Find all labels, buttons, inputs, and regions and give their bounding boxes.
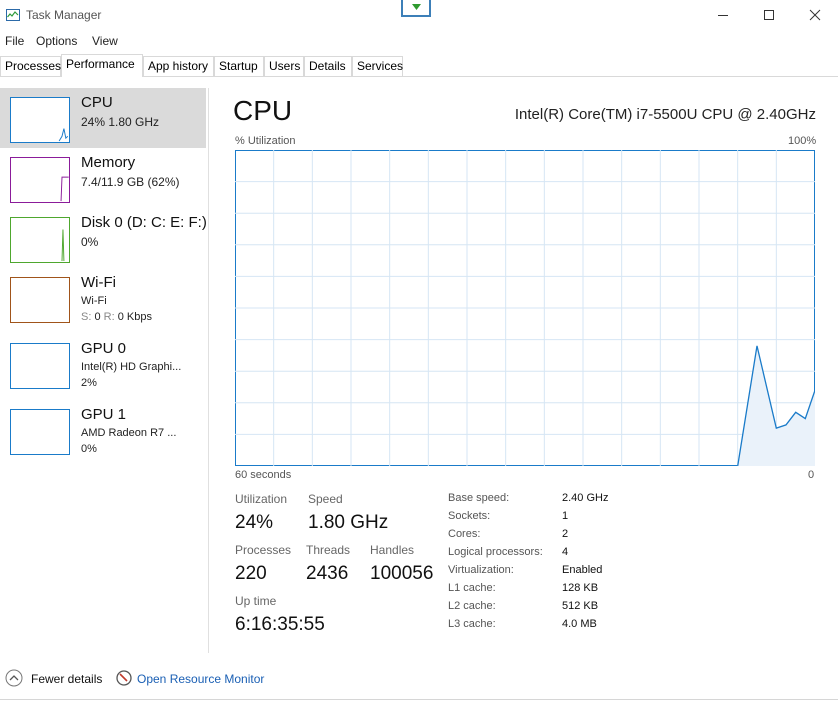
cpu-thumbnail-graph — [10, 97, 70, 143]
threads-label: Threads — [306, 543, 351, 557]
menu-bar: File Options View — [0, 31, 838, 51]
tab-processes[interactable]: Processes — [0, 56, 61, 76]
disk-thumbnail-graph — [10, 217, 70, 263]
menu-file[interactable]: File — [5, 34, 24, 48]
footer-divider — [0, 699, 838, 700]
sidebar-item-detail: 7.4/11.9 GB (62%) — [81, 175, 180, 189]
drop-indicator[interactable] — [401, 0, 431, 17]
handles-value: 100056 — [370, 563, 434, 584]
title-bar: Task Manager — [0, 0, 838, 31]
spec-value: 2 — [562, 528, 569, 540]
sidebar-item-usage: 2% — [81, 377, 97, 389]
x-axis-label: 60 seconds — [235, 469, 292, 481]
spec-label: Virtualization: — [448, 564, 514, 576]
handles-label: Handles — [370, 543, 415, 557]
processes-label: Processes — [235, 543, 292, 557]
sidebar-item-detail: 24% 1.80 GHz — [81, 115, 160, 129]
sidebar-item-throughput: S: 0 R: 0 Kbps — [81, 311, 152, 323]
caret-down-icon — [412, 4, 421, 10]
spec-value: 1 — [562, 510, 569, 522]
spec-label: Sockets: — [448, 510, 491, 522]
resource-monitor-icon — [116, 670, 132, 686]
sidebar-item-name: GPU 0 — [81, 340, 127, 357]
maximize-button[interactable] — [746, 0, 792, 30]
processes-value: 220 — [235, 563, 267, 584]
resource-sidebar: CPU 24% 1.80 GHz Memory 7.4/11.9 GB (62%… — [0, 88, 209, 653]
spec-value: 2.40 GHz — [562, 492, 609, 504]
chevron-up-icon — [5, 669, 23, 687]
spec-label: Base speed: — [448, 492, 510, 504]
close-icon — [809, 9, 821, 21]
spec-value: 4.0 MB — [562, 618, 597, 630]
spec-value: Enabled — [562, 564, 603, 576]
sidebar-item-detail: 0% — [81, 235, 99, 249]
sidebar-item-name: Wi-Fi — [81, 274, 116, 291]
sidebar-item-name: Disk 0 (D: C: E: F:) — [81, 214, 207, 231]
y-axis-max-label: 100% — [788, 135, 817, 147]
sidebar-item-name: Memory — [81, 154, 136, 171]
spec-value: 4 — [562, 546, 569, 558]
gpu1-thumbnail-graph — [10, 409, 70, 455]
speed-label: Speed — [308, 492, 343, 506]
menu-options[interactable]: Options — [36, 34, 77, 48]
tab-app-history[interactable]: App history — [143, 56, 214, 76]
tab-bar: Processes Performance App history Startu… — [0, 54, 838, 77]
spec-value: 128 KB — [562, 582, 599, 594]
spec-label: L1 cache: — [448, 582, 496, 594]
x-axis-zero-label: 0 — [808, 469, 815, 481]
sidebar-item-detail: Wi-Fi — [81, 295, 107, 307]
spec-label: Cores: — [448, 528, 481, 540]
send-label: S: — [81, 311, 92, 323]
minimize-icon — [718, 15, 728, 16]
gpu0-thumbnail-graph — [10, 343, 70, 389]
sidebar-item-disk[interactable]: Disk 0 (D: C: E: F:) 0% — [0, 208, 207, 268]
maximize-icon — [764, 10, 774, 20]
spec-value: 512 KB — [562, 600, 599, 612]
sidebar-item-name: GPU 1 — [81, 406, 127, 423]
window-title: Task Manager — [26, 8, 102, 22]
tab-startup[interactable]: Startup — [214, 56, 264, 76]
uptime-value: 6:16:35:55 — [235, 614, 325, 635]
utilization-label: Utilization — [235, 492, 288, 506]
sidebar-item-detail: Intel(R) HD Graphi... — [81, 361, 182, 373]
spec-label: L3 cache: — [448, 618, 496, 630]
spec-label: Logical processors: — [448, 546, 543, 558]
sidebar-item-cpu[interactable]: CPU 24% 1.80 GHz — [0, 88, 206, 148]
close-button[interactable] — [792, 0, 838, 30]
tab-performance[interactable]: Performance — [61, 54, 143, 77]
speed-value: 1.80 GHz — [308, 512, 389, 533]
cpu-utilization-graph — [235, 150, 815, 466]
sidebar-item-wifi[interactable]: Wi-Fi Wi-Fi S: 0 R: 0 Kbps — [0, 268, 206, 328]
sidebar-item-detail: AMD Radeon R7 ... — [81, 427, 177, 439]
wifi-thumbnail-graph — [10, 277, 70, 323]
cpu-model-name: Intel(R) Core(TM) i7-5500U CPU @ 2.40GHz — [514, 106, 816, 123]
tab-services[interactable]: Services — [352, 56, 403, 76]
minimize-button[interactable] — [700, 0, 746, 30]
open-resource-monitor-label: Open Resource Monitor — [137, 672, 265, 686]
threads-value: 2436 — [306, 563, 349, 584]
sidebar-item-gpu1[interactable]: GPU 1 AMD Radeon R7 ... 0% — [0, 400, 206, 460]
fewer-details-label: Fewer details — [31, 672, 103, 686]
task-manager-icon — [6, 9, 20, 21]
receive-value: 0 Kbps — [117, 311, 152, 323]
sidebar-item-gpu0[interactable]: GPU 0 Intel(R) HD Graphi... 2% — [0, 334, 206, 394]
spec-label: L2 cache: — [448, 600, 496, 612]
send-value: 0 — [94, 311, 101, 323]
tab-users[interactable]: Users — [264, 56, 304, 76]
menu-view[interactable]: View — [92, 34, 118, 48]
uptime-label: Up time — [235, 594, 277, 608]
footer: Fewer details Open Resource Monitor — [0, 667, 838, 693]
sidebar-item-usage: 0% — [81, 443, 97, 455]
memory-thumbnail-graph — [10, 157, 70, 203]
sidebar-item-name: CPU — [81, 94, 113, 111]
y-axis-label: % Utilization — [235, 135, 296, 147]
page-title: CPU — [233, 95, 293, 126]
sidebar-item-memory[interactable]: Memory 7.4/11.9 GB (62%) — [0, 148, 206, 208]
tab-details[interactable]: Details — [304, 56, 352, 76]
receive-label: R: — [103, 311, 115, 323]
utilization-value: 24% — [235, 512, 274, 533]
